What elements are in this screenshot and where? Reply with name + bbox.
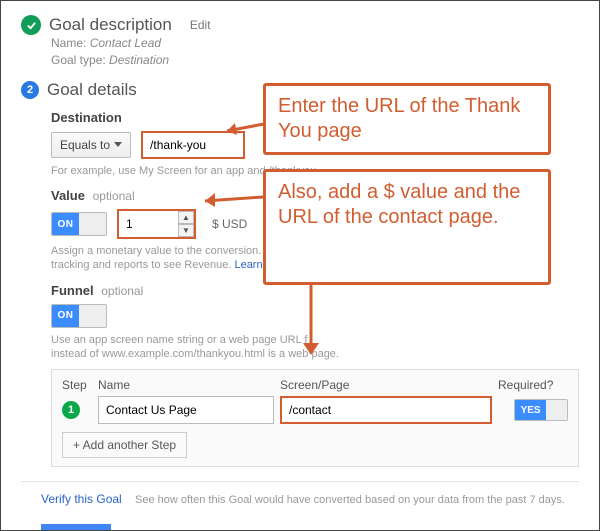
funnel-label-text: Funnel [51, 283, 94, 298]
step2-number-icon: 2 [21, 81, 39, 99]
value-help-a: Assign a monetary value to the conversio… [51, 245, 261, 257]
verify-link[interactable]: Verify this Goal [41, 492, 122, 506]
col-required: Required? [498, 378, 568, 392]
check-icon [21, 15, 41, 35]
stepper-down-icon[interactable]: ▼ [178, 224, 194, 237]
value-help-b: tracking and reports to see Revenue. [51, 259, 231, 271]
step1-meta: Name: Contact Lead Goal type: Destinatio… [51, 35, 579, 70]
col-step: Step [62, 378, 92, 392]
col-page: Screen/Page [280, 378, 492, 392]
match-type-text: Equals to [60, 138, 110, 152]
value-spinner[interactable]: ▲ ▼ [178, 211, 194, 237]
name-label: Name: [51, 36, 86, 50]
destination-url-input[interactable] [141, 131, 245, 159]
value-currency: $ USD [212, 217, 247, 231]
funnel-help-a: Use an app screen name string or a web p… [51, 334, 307, 346]
funnel-step-page-input[interactable] [280, 396, 492, 424]
funnel-table-head: Step Name Screen/Page Required? [62, 378, 568, 392]
value-toggle[interactable]: ON [51, 212, 107, 236]
annotation-callout-1: Enter the URL of the Thank You page [263, 83, 551, 155]
annotation-callout-2: Also, add a $ value and the URL of the c… [263, 169, 551, 285]
stepper-up-icon[interactable]: ▲ [178, 211, 194, 224]
col-name: Name [98, 378, 274, 392]
goal-setup-panel: Goal description Edit Name: Contact Lead… [0, 0, 600, 531]
step1-header: Goal description Edit [21, 15, 579, 35]
edit-link[interactable]: Edit [190, 18, 211, 32]
separator [21, 481, 579, 482]
destination-match-select[interactable]: Equals to [51, 132, 131, 158]
value-toggle-off [79, 213, 106, 235]
type-value: Destination [109, 53, 169, 67]
action-row: Save Cancel [41, 524, 579, 531]
funnel-help-b: instead of www.example.com/thankyou.html… [51, 348, 339, 360]
funnel-help: Use an app screen name string or a web p… [51, 333, 579, 362]
step1-title: Goal description [49, 15, 172, 35]
type-label: Goal type: [51, 53, 106, 67]
save-button[interactable]: Save [41, 524, 111, 531]
funnel-toggle-off [79, 305, 106, 327]
value-label-text: Value [51, 188, 85, 203]
step2-title: Goal details [47, 80, 137, 100]
name-value: Contact Lead [90, 36, 161, 50]
value-optional: optional [93, 189, 135, 203]
step-number-icon: 1 [62, 401, 80, 419]
funnel-table: Step Name Screen/Page Required? 1 YES [51, 369, 579, 467]
value-amount-input[interactable] [119, 212, 179, 236]
funnel-step-name-input[interactable] [98, 396, 274, 424]
funnel-toggle[interactable]: ON [51, 304, 107, 328]
value-toggle-on: ON [52, 213, 79, 235]
chevron-down-icon [114, 142, 122, 147]
required-no [546, 400, 567, 420]
verify-row: Verify this Goal See how often this Goal… [41, 492, 579, 506]
required-toggle[interactable]: YES [514, 399, 568, 421]
funnel-toggle-on: ON [52, 305, 79, 327]
add-step-button[interactable]: + Add another Step [62, 432, 187, 458]
table-row: 1 YES [62, 396, 568, 424]
required-yes: YES [515, 400, 546, 420]
funnel-optional: optional [101, 284, 143, 298]
verify-note: See how often this Goal would have conve… [135, 494, 565, 506]
funnel-section: Funnel optional ON Use an app screen nam… [51, 283, 579, 468]
